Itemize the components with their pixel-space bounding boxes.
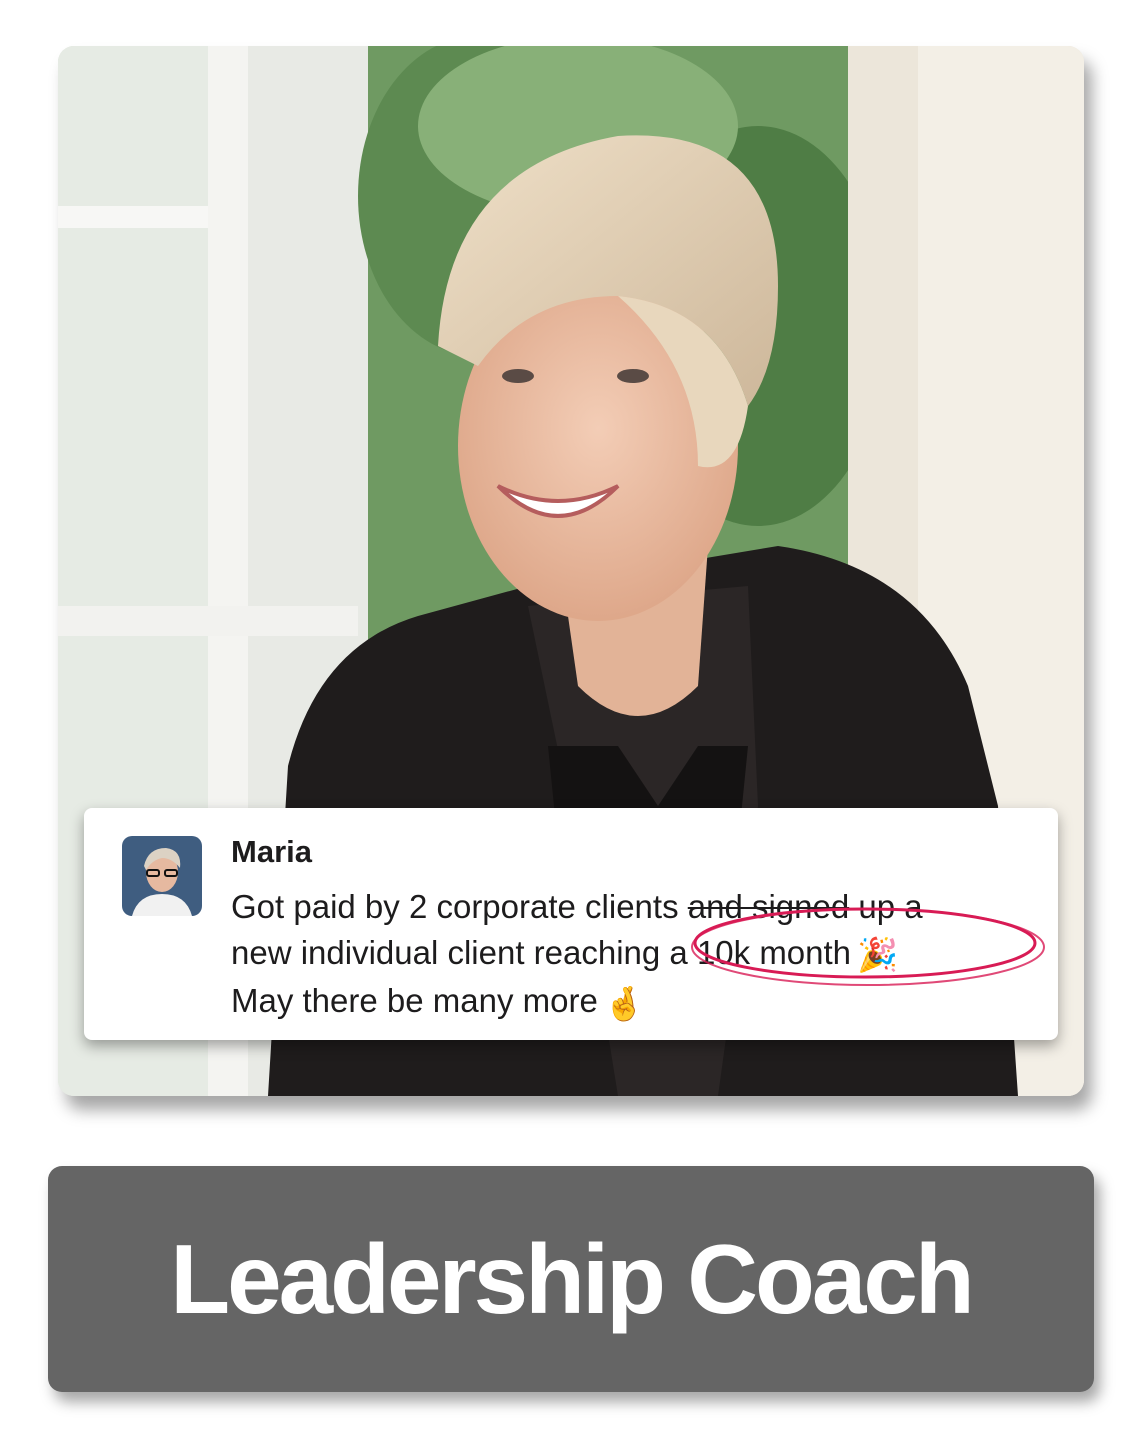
message-card: Maria Got paid by 2 corporate clients an… xyxy=(84,808,1058,1040)
title-text: Leadership Coach xyxy=(170,1223,975,1334)
highlight-circle xyxy=(691,907,1045,986)
message-line-1-text: Got paid by 2 corporate clients xyxy=(231,888,688,925)
message-author: Maria xyxy=(231,834,312,869)
avatar[interactable] xyxy=(122,836,202,916)
message-line-3-text: May there be many more xyxy=(231,982,598,1020)
title-banner: Leadership Coach xyxy=(48,1166,1094,1392)
crossed-fingers-icon: 🤞 xyxy=(603,984,645,1022)
